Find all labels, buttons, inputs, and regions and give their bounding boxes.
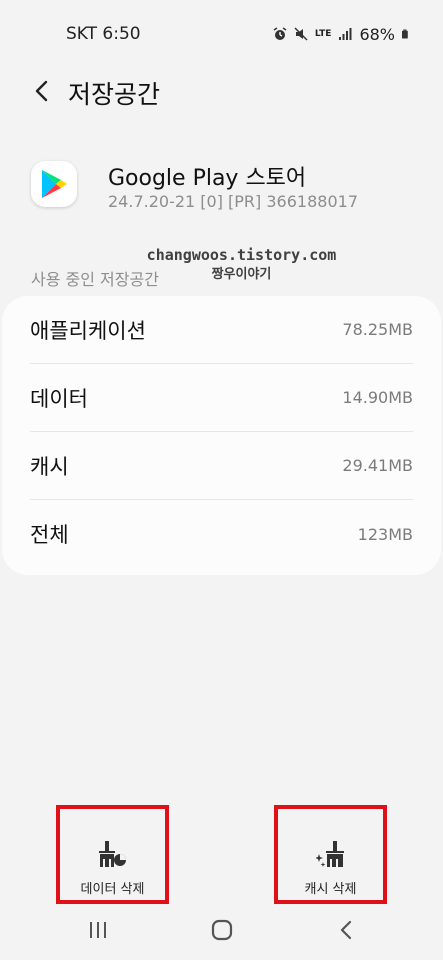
back-icon	[340, 920, 352, 940]
battery-icon	[402, 29, 408, 39]
signal-icon	[339, 28, 352, 40]
battery-percent: 68%	[359, 24, 395, 44]
home-button[interactable]	[202, 915, 242, 945]
row-value: 14.90MB	[342, 388, 413, 407]
row-label: 전체	[30, 523, 69, 547]
recent-apps-button[interactable]	[78, 915, 118, 945]
watermark-url: changwoos.tistory.com	[146, 246, 337, 264]
alarm-icon	[273, 27, 287, 40]
clear-data-icon	[98, 841, 126, 867]
google-play-icon	[31, 161, 77, 207]
storage-card: 애플리케이션 78.25MB 데이터 14.90MB 캐시 29.41MB 전체…	[2, 296, 441, 575]
status-bar: SKT 6:50 LTE 68%	[0, 0, 443, 68]
clear-cache-icon	[315, 841, 344, 867]
app-version: 24.7.20-21 [0] [PR] 366188017	[108, 192, 358, 211]
row-label: 애플리케이션	[30, 318, 146, 343]
row-value: 29.41MB	[342, 456, 413, 475]
chevron-left-icon	[35, 80, 48, 102]
back-button[interactable]	[28, 76, 54, 106]
row-value: 123MB	[357, 524, 413, 544]
storage-row-cache: 캐시 29.41MB	[30, 432, 413, 500]
clear-cache-button[interactable]: 캐시 삭제	[274, 805, 387, 904]
storage-row-total: 전체 123MB	[30, 500, 413, 568]
carrier-time: SKT 6:50	[66, 24, 141, 44]
nav-back-button[interactable]	[326, 915, 366, 945]
home-icon	[211, 919, 233, 941]
lte-icon: LTE	[314, 28, 332, 39]
app-name: Google Play 스토어	[108, 166, 307, 191]
recent-apps-icon	[90, 922, 106, 938]
storage-row-data: 데이터 14.90MB	[30, 364, 413, 432]
status-icons: LTE 68%	[273, 25, 411, 44]
navigation-bar	[0, 905, 443, 960]
section-label: 사용 중인 저장공간	[31, 270, 159, 289]
header: 저장공간	[0, 68, 443, 114]
clear-data-label: 데이터 삭제	[80, 882, 145, 897]
app-info: Google Play 스토어 24.7.20-21 [0] [PR] 3661…	[0, 150, 443, 230]
row-value: 78.25MB	[342, 320, 413, 339]
storage-row-application: 애플리케이션 78.25MB	[30, 296, 413, 364]
page-title: 저장공간	[68, 80, 161, 109]
clear-data-button[interactable]: 데이터 삭제	[56, 805, 169, 904]
row-label: 데이터	[30, 386, 88, 411]
mute-icon	[294, 27, 308, 41]
clear-cache-label: 캐시 삭제	[304, 882, 357, 897]
row-label: 캐시	[30, 454, 69, 479]
